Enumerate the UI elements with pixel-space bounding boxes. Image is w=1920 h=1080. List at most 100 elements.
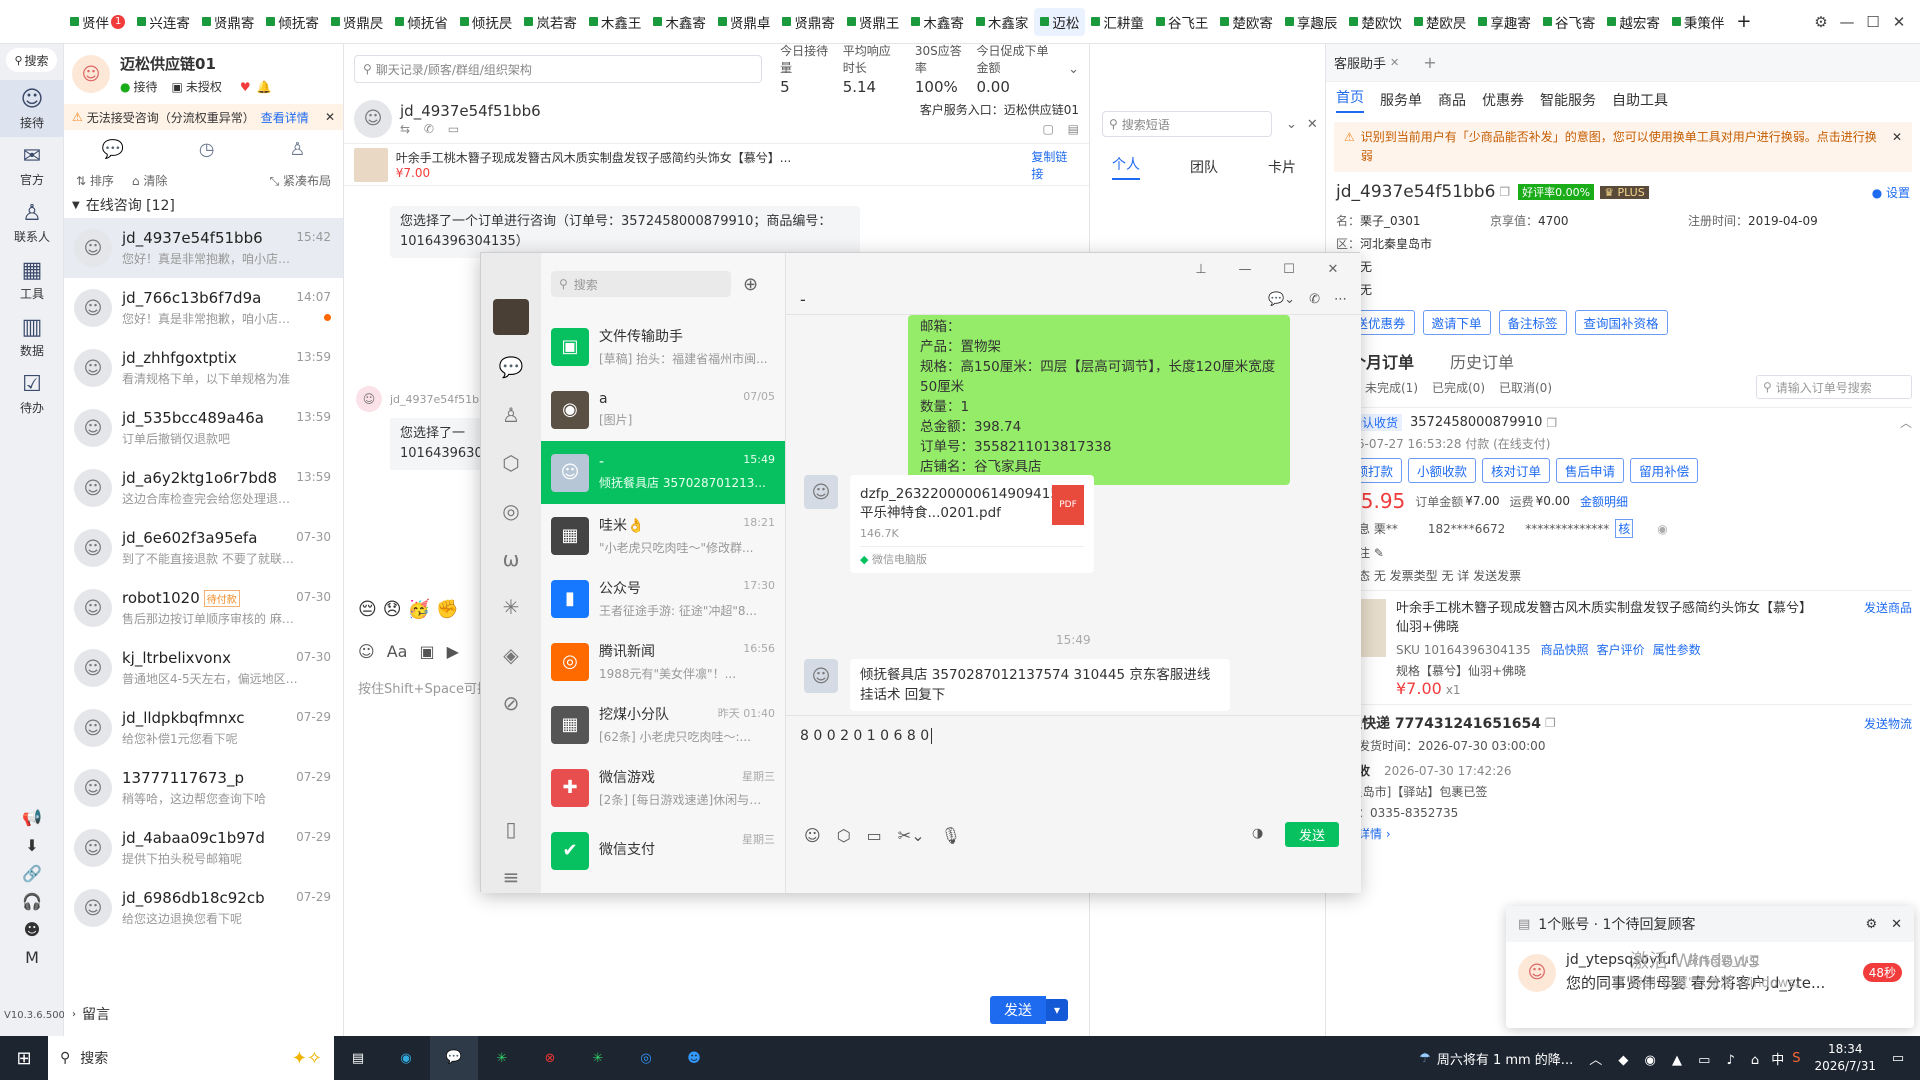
phrase-tab[interactable]: 卡片 <box>1268 157 1296 177</box>
assistant-subtab[interactable]: 首页 <box>1336 87 1364 113</box>
app-icon[interactable]: ◎ <box>622 1051 670 1066</box>
miniprogram-icon[interactable]: ◈ <box>481 631 541 679</box>
wechat-chat-item[interactable]: ◉ a [图片] 07/05 <box>541 378 785 441</box>
video-icon[interactable]: ▶ <box>447 642 459 661</box>
leave-message-group[interactable]: › 留言 <box>72 1004 110 1024</box>
conversation-item[interactable]: ☺ jd_6e602f3a95efa 到了不能直接退款 不要了就联系... 07-30 <box>64 518 343 578</box>
store-tab[interactable]: 享趣寄 <box>1472 8 1537 36</box>
conversation-item[interactable]: ☺ jd_766c13b6f7d9a 您好！真是非常抱歉，咱小店客服... 14:07 <box>64 278 343 338</box>
menu-icon[interactable]: ≡ <box>481 853 541 901</box>
send-logistics-button[interactable]: 发送物流 <box>1864 715 1912 732</box>
games-icon[interactable]: ⊘ <box>481 679 541 727</box>
close-notice-icon[interactable]: ✕ <box>1892 128 1902 147</box>
store-tab[interactable]: 秉策伴 <box>1666 8 1731 36</box>
font-icon[interactable]: Aa <box>387 642 408 661</box>
add-tab-icon[interactable]: + <box>1423 53 1436 72</box>
taskbar-search[interactable]: ⚲ 搜索 ✦✧ <box>48 1036 334 1080</box>
pin-icon[interactable]: ⊥ <box>1179 262 1223 277</box>
assistant-subtab[interactable]: 智能服务 <box>1540 90 1596 110</box>
group-header[interactable]: ▼ 在线咨询 [12] <box>64 192 343 218</box>
conversation-item[interactable]: ☺ jd_4937e54f51bb6 您好！真是非常抱歉，咱小店客服... 15:42 <box>64 218 343 278</box>
more-icon[interactable]: ⋯ <box>1334 292 1347 307</box>
check-address-button[interactable]: 核 <box>1615 519 1634 538</box>
clear-button[interactable]: ⌂ 清除 <box>132 172 167 189</box>
minimize-button[interactable]: — <box>1223 262 1267 277</box>
store-tab[interactable]: 倾抚省 <box>389 8 454 36</box>
settings-icon[interactable]: ⚙ <box>1865 917 1877 932</box>
nav-search[interactable]: ⚲ 搜索 <box>6 48 57 72</box>
favorites-icon[interactable]: ⬡ <box>481 439 541 487</box>
conversation-item[interactable]: ☺ 13777117673_p 稍等哈，这边帮您查询下哈 07-29 <box>64 758 343 818</box>
close-button[interactable]: ✕ <box>1886 13 1912 31</box>
close-tab-icon[interactable]: ✕ <box>1390 56 1399 69</box>
chevron-up-icon[interactable]: ︿ <box>1900 414 1912 431</box>
wechat-search-input[interactable]: ⚲ 搜索 <box>551 271 731 297</box>
emoji-icon[interactable]: ☺ <box>358 642 375 661</box>
store-tab[interactable]: 贤伴 1 <box>64 8 131 36</box>
sku-link[interactable]: 属性参数 <box>1653 641 1701 658</box>
wechat-chat-item[interactable]: ▮ 公众号 王者征途手游: 征途"冲超"8... 17:30 <box>541 567 785 630</box>
app-icon[interactable]: ☻ <box>670 1051 718 1066</box>
copy-icon[interactable]: ❐ <box>1545 716 1556 730</box>
nav-item[interactable]: ☑ 待办 <box>0 365 64 422</box>
store-tab[interactable]: 楚欧寄 <box>1214 8 1279 36</box>
eye-icon[interactable]: ◉ <box>1657 522 1667 536</box>
file-message[interactable]: dzfp_26322000006149094151_平乐神特食...0201.p… <box>850 475 1094 573</box>
image-icon[interactable]: ▣ <box>419 642 434 661</box>
weather-text[interactable]: 周六将有 1 mm 的降... <box>1437 1049 1573 1068</box>
nav-item[interactable]: ▦ 工具 <box>0 251 64 308</box>
nav-item[interactable]: ♙ 联系人 <box>0 194 64 251</box>
store-tab[interactable]: 倾抚昃 <box>454 8 519 36</box>
nav-tool-icon[interactable]: ☻ <box>0 916 64 944</box>
contact-avatar[interactable]: ☺ <box>804 475 838 509</box>
store-tab[interactable]: 谷飞寄 <box>1537 8 1602 36</box>
product-card[interactable]: 叶余手工桃木簪子现成发簪古风木质实制盘发钗子感简约头饰女【慕兮】... ¥7.0… <box>344 144 1089 186</box>
store-tab[interactable]: 越宏寄 <box>1601 8 1666 36</box>
store-tab[interactable]: 谷飞王 <box>1150 8 1215 36</box>
store-tab[interactable]: 岚若寄 <box>518 8 583 36</box>
chats-icon[interactable]: 💬 <box>481 343 541 391</box>
discover-icon[interactable]: ✳ <box>481 583 541 631</box>
copy-icon[interactable]: ❐ <box>1546 416 1557 430</box>
phrase-tab[interactable]: 团队 <box>1190 157 1218 177</box>
shop-avatar[interactable]: ☺ <box>72 55 110 93</box>
assistant-subtab[interactable]: 自助工具 <box>1612 90 1668 110</box>
sku-link[interactable]: 客户评价 <box>1597 641 1645 658</box>
reception-status[interactable]: 接待 <box>133 78 157 95</box>
maximize-button[interactable]: ☐ <box>1860 13 1886 31</box>
wechat-chat-item[interactable]: ✔ 微信支付 星期三 <box>541 819 785 882</box>
contacts-tab-icon[interactable]: ♙ <box>289 139 305 160</box>
wechat-chat-item[interactable]: ▣ 文件传输助手 [草稿] 抬头：福建省福州市闽... <box>541 315 785 378</box>
close-warning-icon[interactable]: ✕ <box>325 110 335 124</box>
emoji-icon[interactable]: ☺ <box>804 826 821 845</box>
auth-status[interactable]: 未授权 <box>186 78 222 95</box>
global-search-input[interactable]: ⚲ 聊天记录/顾客/群组/组织架构 <box>354 55 763 83</box>
conversation-item[interactable]: ☺ kj_ltrbelixvonx 普通地区4-5天左右，偏远地区6-7... 07-… <box>64 638 343 698</box>
customer-avatar[interactable]: ☺ <box>354 99 392 138</box>
store-tab[interactable]: 木鑫寄 <box>905 8 970 36</box>
assistant-subtab[interactable]: 优惠券 <box>1482 90 1524 110</box>
moments-icon[interactable]: ◎ <box>481 487 541 535</box>
chat-tab-icon[interactable]: 💬 <box>101 139 123 160</box>
wechat-chat-item[interactable]: ▦ 哇米👌 "小老虎只吃肉哇～"修改群... 18:21 <box>541 504 785 567</box>
send-button[interactable]: 发送 <box>990 996 1046 1024</box>
screenshot-icon[interactable]: ✂⌄ <box>898 826 925 845</box>
transfer-icon[interactable]: ⇆ <box>400 122 410 136</box>
store-tab[interactable]: 享趣辰 <box>1279 8 1344 36</box>
nav-tool-icon[interactable]: M <box>0 944 64 972</box>
compact-layout-button[interactable]: ⤡ 紧凑布局 <box>270 172 331 189</box>
bag-icon[interactable]: ▤ <box>1068 122 1079 136</box>
message-icon[interactable]: ▭ <box>448 122 459 136</box>
store-tab[interactable]: 木鑫寄 <box>647 8 712 36</box>
logistics-detail-link[interactable]: 物流详情 › <box>1334 825 1912 842</box>
app-icon[interactable]: ⊗ <box>526 1051 574 1066</box>
edge-icon[interactable]: ◉ <box>382 1051 430 1066</box>
conversation-item[interactable]: ☺ jd_6986db18c92cb 给您这边退换您看下呢 07-29 <box>64 878 343 938</box>
chevron-down-icon[interactable]: ⌄ <box>1068 62 1079 77</box>
ime-indicator[interactable]: 中 <box>1771 1049 1784 1068</box>
weather-icon[interactable]: ☂ <box>1419 1051 1431 1066</box>
store-tab[interactable]: 贤鼎寄 <box>196 8 261 36</box>
tray-icons[interactable]: ︿ ◆ ◉ ▲ ▭ ♪ ⌂ <box>1589 1049 1765 1068</box>
nav-item[interactable]: ☺ 接待 <box>0 80 64 137</box>
store-tab[interactable]: 兴连寄 <box>131 8 196 36</box>
